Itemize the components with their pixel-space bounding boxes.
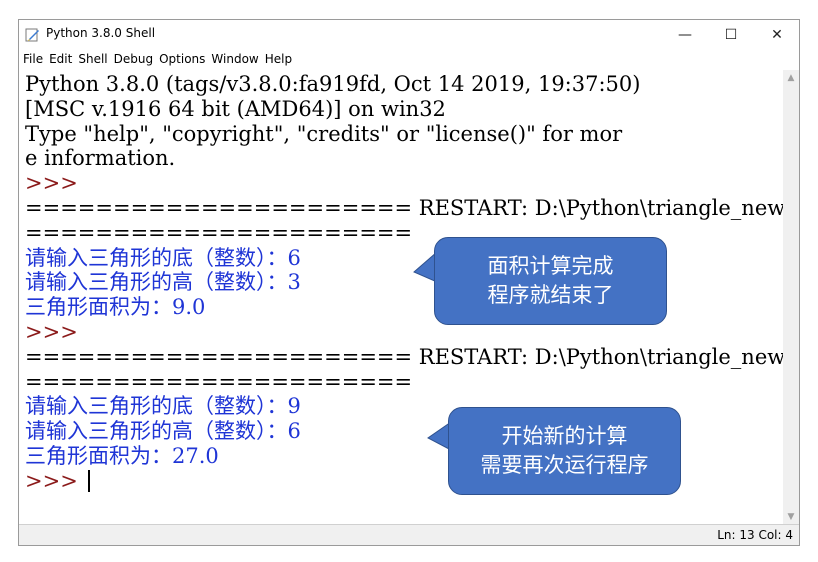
shell-line: ======================	[25, 220, 413, 245]
program-output-line: 请输入三角形的高（整数）：6	[25, 419, 301, 444]
menu-debug[interactable]: Debug	[111, 50, 156, 69]
vertical-scrollbar[interactable]: ▲ ▼	[783, 70, 799, 525]
menu-bar: File Edit Shell Debug Options Window Hel…	[19, 50, 799, 69]
shell-prompt: >>>	[25, 469, 91, 494]
shell-prompt: >>>	[25, 320, 85, 344]
shell-line: e information.	[25, 146, 176, 171]
menu-window[interactable]: Window	[208, 50, 261, 69]
callout-line: 需要再次运行程序	[480, 453, 649, 477]
scroll-up-icon[interactable]: ▲	[783, 70, 799, 86]
status-bar: Ln: 13 Col: 4	[19, 524, 799, 545]
callout-new-calc: 开始新的计算 需要再次运行程序	[448, 407, 681, 495]
shell-line: ====================== RESTART: D:\Pytho…	[25, 196, 783, 220]
cursor-position: Ln: 13 Col: 4	[717, 528, 793, 542]
menu-edit[interactable]: Edit	[46, 50, 75, 69]
close-button[interactable]: ✕	[754, 20, 799, 50]
program-output-line: 请输入三角形的底（整数）：9	[25, 394, 301, 419]
minimize-button[interactable]: —	[662, 20, 708, 50]
shell-line: ====================== RESTART: D:\Pytho…	[25, 344, 783, 369]
text-cursor	[88, 469, 91, 492]
menu-help[interactable]: Help	[262, 50, 295, 69]
program-output-line: 三角形面积为：9.0	[25, 295, 206, 320]
shell-prompt: >>>	[25, 171, 85, 196]
callout-line: 面积计算完成	[487, 254, 614, 278]
window-title: Python 3.8.0 Shell	[46, 26, 156, 40]
maximize-icon: ☐	[724, 27, 738, 43]
program-output-line: 请输入三角形的高（整数）：3	[25, 270, 301, 295]
program-output-line: 请输入三角形的底（整数）：6	[25, 245, 301, 270]
menu-options[interactable]: Options	[156, 50, 208, 69]
program-output-line: 三角形面积为：27.0	[25, 444, 219, 468]
shell-line: Type "help", "copyright", "credits" or "…	[25, 121, 623, 146]
shell-line: Python 3.8.0 (tags/v3.8.0:fa919fd, Oct 1…	[25, 72, 641, 96]
menu-file[interactable]: File	[19, 50, 46, 69]
close-icon: ✕	[771, 27, 783, 43]
callout-line: 开始新的计算	[501, 424, 628, 448]
python-feather-icon	[25, 28, 39, 42]
shell-line: ======================	[25, 369, 413, 394]
scroll-down-icon[interactable]: ▼	[783, 509, 799, 525]
callout-finished: 面积计算完成 程序就结束了	[434, 237, 667, 325]
minimize-icon: —	[678, 27, 692, 43]
callout-line: 程序就结束了	[487, 283, 614, 307]
maximize-button[interactable]: ☐	[708, 20, 754, 50]
idle-shell-window: Python 3.8.0 Shell — ☐ ✕ File Edit Shell…	[18, 19, 800, 546]
shell-line: [MSC v.1916 64 bit (AMD64)] on win32	[25, 96, 446, 121]
menu-shell[interactable]: Shell	[75, 50, 110, 69]
title-bar[interactable]: Python 3.8.0 Shell — ☐ ✕	[19, 20, 799, 50]
